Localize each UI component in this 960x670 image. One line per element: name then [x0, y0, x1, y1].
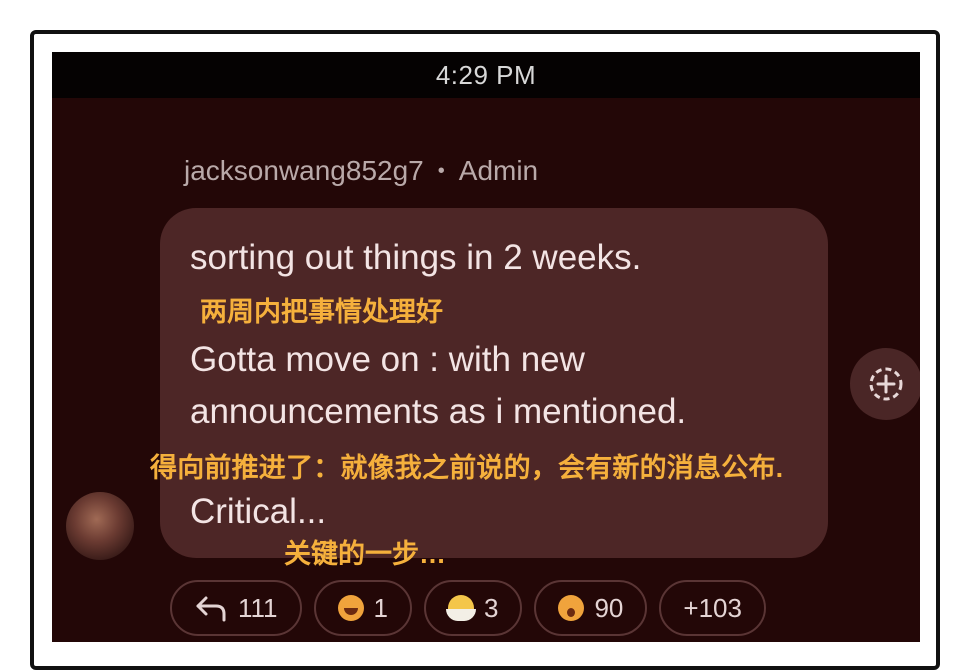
message-line-3: announcements as i mentioned.: [190, 392, 687, 431]
reaction-chip-laugh[interactable]: 1: [313, 580, 412, 636]
status-time: 4:29 PM: [435, 59, 537, 90]
post-author-line: jacksonwang852g7 • Admin: [184, 155, 538, 187]
author-role: Admin: [458, 155, 539, 186]
message-line-2: Gotta move on : with new: [190, 340, 585, 379]
surprised-face-icon: [558, 595, 585, 621]
reaction-chip-chick[interactable]: 3: [424, 580, 523, 636]
translation-line-2: 得向前推进了：就像我之前说的，会有新的消息公布.: [150, 453, 784, 483]
message-line-4: Critical...: [190, 492, 327, 531]
phone-screen: 4:29 PM jacksonwang852g7 • Admin sorting…: [52, 52, 920, 642]
author-separator: •: [437, 159, 445, 182]
reply-count: 111: [238, 592, 278, 623]
message-line-1: sorting out things in 2 weeks.: [190, 238, 642, 277]
translation-line-3: 关键的一步…: [284, 539, 446, 569]
reaction-count: 90: [594, 592, 624, 623]
avatar[interactable]: [66, 492, 134, 560]
more-reactions-chip[interactable]: +103: [659, 580, 766, 636]
translation-line-1: 两周内把事情处理好: [200, 297, 443, 327]
reply-arrow-icon: [196, 596, 226, 622]
add-reaction-icon: [869, 367, 903, 401]
more-reactions-count: +103: [683, 592, 742, 623]
reply-button[interactable]: 111: [170, 580, 302, 636]
add-reaction-button[interactable]: [850, 348, 920, 420]
hatching-chick-icon: [446, 595, 476, 621]
laughing-face-icon: [337, 595, 364, 621]
author-name[interactable]: jacksonwang852g7: [184, 155, 424, 187]
status-bar: 4:29 PM: [52, 52, 920, 98]
reaction-bar: 111 1 3 90 +103: [170, 580, 766, 636]
reaction-chip-wow[interactable]: 90: [534, 580, 648, 636]
reaction-count: 3: [484, 592, 499, 623]
reaction-count: 1: [373, 592, 388, 623]
